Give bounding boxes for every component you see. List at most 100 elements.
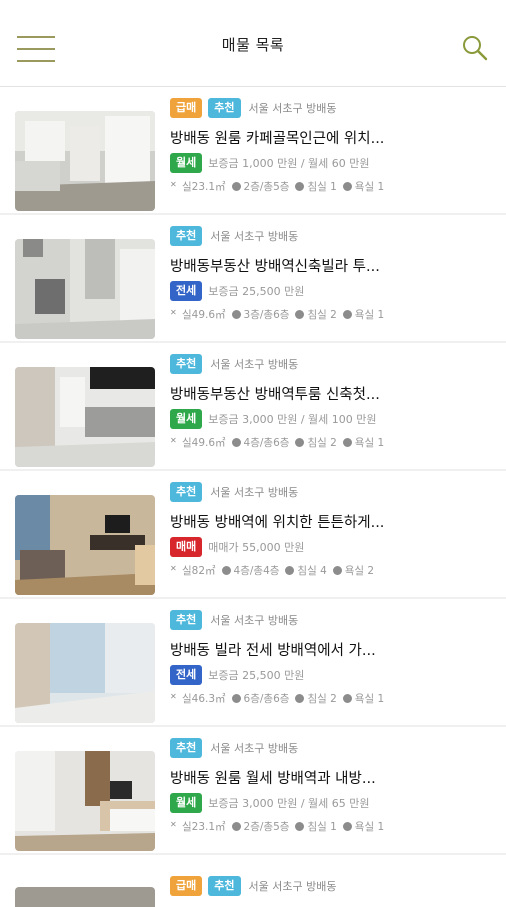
room-spec: 침실 1 <box>295 819 337 834</box>
area-spec: 실49.6㎡ <box>170 307 226 322</box>
bath-icon <box>342 181 352 191</box>
listing-item[interactable]: 추천 서울 서초구 방배동 방배동부동산 방배역투룸 신축첫... 월세 보증금… <box>0 343 506 471</box>
area-spec: 실49.6㎡ <box>170 435 226 450</box>
listing-title[interactable]: 방배동 원룸 월세 방배역과 내방... <box>170 767 500 788</box>
recommend-badge: 추천 <box>170 354 203 374</box>
deal-type-badge: 월세 <box>170 409 203 429</box>
bed-icon <box>295 437 305 447</box>
listing-price: 보증금 3,000 만원 / 월세 100 만원 <box>208 413 377 426</box>
listing-list: 급매 추천 서울 서초구 방배동 방배동 원룸 카페골목인근에 위치... 월세… <box>0 87 506 855</box>
area-spec: 실46.3㎡ <box>170 691 226 706</box>
deal-type-badge: 매매 <box>170 537 203 557</box>
bed-icon <box>295 181 305 191</box>
recommend-badge: 추천 <box>170 738 203 758</box>
listing-title[interactable]: 방배동 방배역에 위치한 튼튼하게... <box>170 511 500 532</box>
bath-spec: 욕실 1 <box>342 307 384 322</box>
recommend-badge: 추천 <box>170 482 203 502</box>
info-icon <box>231 309 241 319</box>
recommend-badge: 추천 <box>208 98 241 118</box>
deal-type-badge: 전세 <box>170 281 203 301</box>
listing-location: 서울 서초구 방배동 <box>210 614 299 627</box>
floor-spec: 3층/총6층 <box>231 307 289 322</box>
bath-spec: 욕실 1 <box>342 819 384 834</box>
listing-price: 매매가 55,000 만원 <box>208 541 305 554</box>
bath-icon <box>342 821 352 831</box>
listing-title[interactable]: 방배동부동산 방배역신축빌라 투... <box>170 255 500 276</box>
info-icon <box>231 821 241 831</box>
deal-type-badge: 전세 <box>170 665 203 685</box>
floor-spec: 2층/총5층 <box>231 179 289 194</box>
area-icon <box>170 820 179 831</box>
recommend-badge: 추천 <box>208 876 241 896</box>
room-spec: 침실 1 <box>295 179 337 194</box>
listing-location: 서울 서초구 방배동 <box>248 102 337 115</box>
bath-icon <box>342 309 352 319</box>
listing-title[interactable]: 방배동 빌라 전세 방배역에서 가... <box>170 639 500 660</box>
search-icon[interactable] <box>461 34 489 62</box>
bed-icon <box>295 693 305 703</box>
listing-item-partial[interactable]: 급매 추천 서울 서초구 방배동 <box>0 871 506 907</box>
listing-title[interactable]: 방배동부동산 방배역투룸 신축첫... <box>170 383 500 404</box>
info-icon <box>231 437 241 447</box>
info-icon <box>231 181 241 191</box>
listing-photo[interactable] <box>15 751 155 851</box>
urgent-badge: 급매 <box>170 876 203 896</box>
floor-spec: 4층/총4층 <box>221 563 279 578</box>
listing-location: 서울 서초구 방배동 <box>248 880 337 893</box>
area-spec: 실23.1㎡ <box>170 819 226 834</box>
listing-price: 보증금 25,500 만원 <box>208 669 305 682</box>
info-icon <box>231 693 241 703</box>
bed-icon <box>295 821 305 831</box>
bath-spec: 욕실 2 <box>332 563 374 578</box>
area-spec: 실82㎡ <box>170 563 216 578</box>
room-spec: 침실 4 <box>285 563 327 578</box>
floor-spec: 6층/총6층 <box>231 691 289 706</box>
listing-photo[interactable] <box>15 887 155 907</box>
area-icon <box>170 564 179 575</box>
listing-photo[interactable] <box>15 623 155 723</box>
bath-icon <box>332 565 342 575</box>
bed-icon <box>295 309 305 319</box>
bath-spec: 욕실 1 <box>342 691 384 706</box>
listing-location: 서울 서초구 방배동 <box>210 358 299 371</box>
listing-photo[interactable] <box>15 495 155 595</box>
app-header: 매물 목록 <box>0 0 506 87</box>
area-icon <box>170 436 179 447</box>
floor-spec: 4층/총6층 <box>231 435 289 450</box>
listing-price: 보증금 3,000 만원 / 월세 65 만원 <box>208 797 370 810</box>
floor-spec: 2층/총5층 <box>231 819 289 834</box>
listing-location: 서울 서초구 방배동 <box>210 742 299 755</box>
bed-icon <box>285 565 295 575</box>
urgent-badge: 급매 <box>170 98 203 118</box>
recommend-badge: 추천 <box>170 226 203 246</box>
recommend-badge: 추천 <box>170 610 203 630</box>
room-spec: 침실 2 <box>295 691 337 706</box>
room-spec: 침실 2 <box>295 307 337 322</box>
listing-price: 보증금 1,000 만원 / 월세 60 만원 <box>208 157 370 170</box>
listing-photo[interactable] <box>15 367 155 467</box>
page-title: 매물 목록 <box>221 36 285 54</box>
bath-spec: 욕실 1 <box>342 435 384 450</box>
listing-title[interactable]: 방배동 원룸 카페골목인근에 위치... <box>170 127 500 148</box>
deal-type-badge: 월세 <box>170 793 203 813</box>
bath-icon <box>342 437 352 447</box>
area-icon <box>170 692 179 703</box>
listing-item[interactable]: 추천 서울 서초구 방배동 방배동 빌라 전세 방배역에서 가... 전세 보증… <box>0 599 506 727</box>
area-icon <box>170 180 179 191</box>
info-icon <box>221 565 231 575</box>
listing-item[interactable]: 급매 추천 서울 서초구 방배동 방배동 원룸 카페골목인근에 위치... 월세… <box>0 87 506 215</box>
listing-photo[interactable] <box>15 239 155 339</box>
listing-item[interactable]: 추천 서울 서초구 방배동 방배동 방배역에 위치한 튼튼하게... 매매 매매… <box>0 471 506 599</box>
bath-spec: 욕실 1 <box>342 179 384 194</box>
listing-price: 보증금 25,500 만원 <box>208 285 305 298</box>
listing-location: 서울 서초구 방배동 <box>210 486 299 499</box>
listing-photo[interactable] <box>15 111 155 211</box>
bath-icon <box>342 693 352 703</box>
area-spec: 실23.1㎡ <box>170 179 226 194</box>
listing-item[interactable]: 추천 서울 서초구 방배동 방배동 원룸 월세 방배역과 내방... 월세 보증… <box>0 727 506 855</box>
listing-location: 서울 서초구 방배동 <box>210 230 299 243</box>
room-spec: 침실 2 <box>295 435 337 450</box>
deal-type-badge: 월세 <box>170 153 203 173</box>
listing-item[interactable]: 추천 서울 서초구 방배동 방배동부동산 방배역신축빌라 투... 전세 보증금… <box>0 215 506 343</box>
area-icon <box>170 308 179 319</box>
